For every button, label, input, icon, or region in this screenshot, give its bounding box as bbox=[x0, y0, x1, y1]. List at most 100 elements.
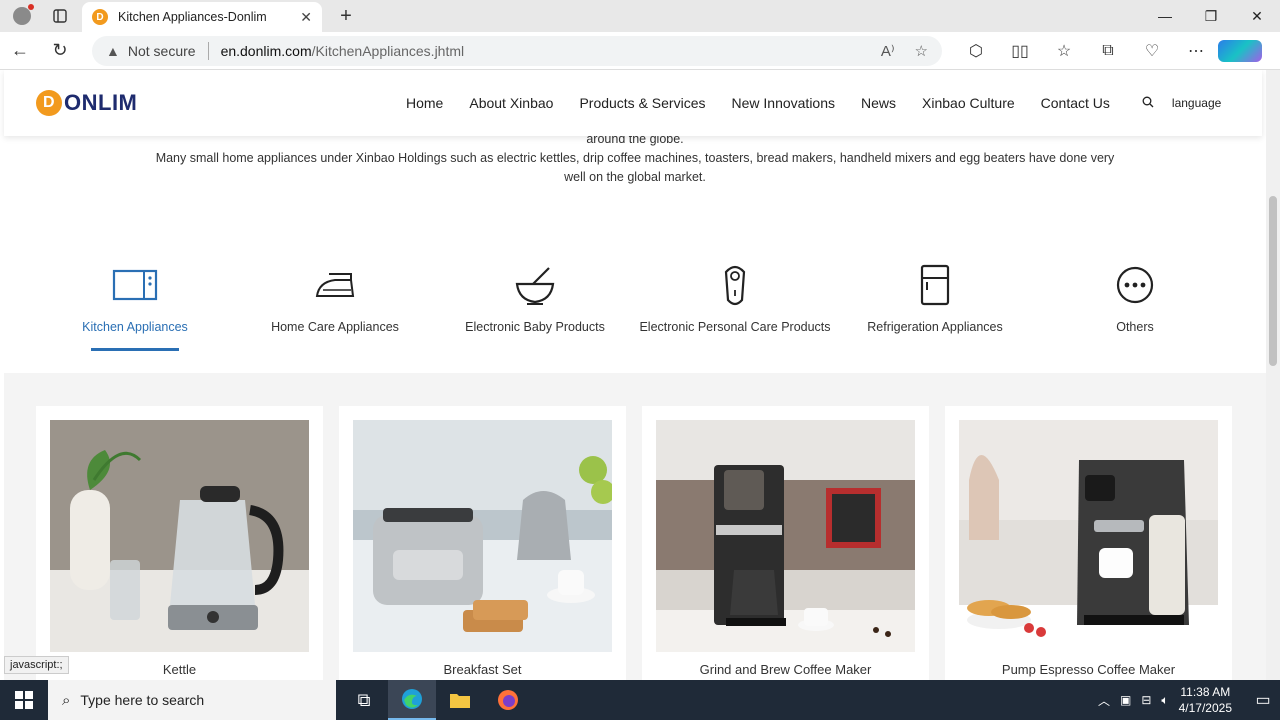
product-card[interactable]: Grind and Brew Coffee Maker bbox=[642, 406, 929, 680]
search-icon: ⌕ bbox=[62, 691, 71, 709]
notification-icon[interactable]: ▭ bbox=[1246, 690, 1280, 710]
address-bar[interactable]: ▲ Not secure en.donlim.com/KitchenApplia… bbox=[92, 35, 942, 66]
tab-close-icon[interactable]: ✕ bbox=[300, 9, 312, 26]
espresso-maker-product-image[interactable] bbox=[959, 420, 1218, 652]
more-icon bbox=[1035, 260, 1235, 310]
collections-icon[interactable]: ⧉ bbox=[1086, 40, 1130, 62]
edge-browser-icon[interactable] bbox=[388, 680, 436, 720]
tab-actions-button[interactable] bbox=[44, 0, 76, 32]
split-screen-icon[interactable]: ▯▯ bbox=[998, 40, 1042, 62]
extensions-icon[interactable]: ⬡ bbox=[954, 40, 998, 62]
breakfast-set-product-image[interactable] bbox=[353, 420, 612, 652]
product-card[interactable]: Breakfast Set bbox=[339, 406, 626, 680]
tab-electronic-baby-products[interactable]: Electronic Baby Products bbox=[435, 260, 635, 351]
start-button[interactable] bbox=[0, 680, 48, 720]
address-toolbar: ← ↻ ▲ Not secure en.donlim.com/KitchenAp… bbox=[0, 32, 1280, 70]
search-icon[interactable] bbox=[1142, 96, 1154, 111]
site-favicon-icon: D bbox=[92, 9, 108, 25]
favorite-star-icon[interactable]: ☆ bbox=[915, 42, 928, 60]
fridge-icon bbox=[835, 260, 1035, 310]
category-tabs: Kitchen Appliances Home Care Appliances … bbox=[35, 260, 1235, 351]
browser-essentials-icon[interactable]: ♡ bbox=[1130, 40, 1174, 62]
read-aloud-icon[interactable]: A⁾ bbox=[881, 42, 895, 60]
copilot-icon bbox=[1218, 39, 1262, 62]
nav-about[interactable]: About Xinbao bbox=[469, 95, 553, 111]
task-view-icon[interactable]: ⧉ bbox=[340, 680, 388, 720]
profile-button[interactable] bbox=[0, 0, 44, 32]
clock-time: 11:38 AM bbox=[1180, 685, 1231, 699]
donlim-logo[interactable]: D ONLIM bbox=[36, 90, 137, 116]
url-host: en.donlim.com bbox=[220, 42, 312, 59]
taskbar-search-placeholder: Type here to search bbox=[80, 692, 205, 708]
scrollbar-thumb[interactable] bbox=[1269, 196, 1277, 366]
taskbar-search-box[interactable]: ⌕ Type here to search bbox=[48, 680, 336, 720]
page-scrollbar[interactable] bbox=[1266, 70, 1280, 680]
product-name[interactable]: Grind and Brew Coffee Maker bbox=[656, 662, 915, 677]
browser-tab-strip: D Kitchen Appliances-Donlim ✕ + — ❐ ✕ bbox=[0, 0, 1280, 32]
browser-tab-active[interactable]: D Kitchen Appliances-Donlim ✕ bbox=[82, 2, 322, 32]
category-label: Kitchen Appliances bbox=[82, 320, 188, 334]
iron-icon bbox=[235, 260, 435, 310]
not-secure-label[interactable]: Not secure bbox=[128, 43, 196, 59]
warning-icon: ▲ bbox=[106, 42, 120, 59]
tab-others[interactable]: Others bbox=[1035, 260, 1235, 351]
tab-kitchen-appliances[interactable]: Kitchen Appliances bbox=[35, 260, 235, 351]
network-icon[interactable]: ⊟ bbox=[1141, 693, 1151, 707]
language-selector[interactable]: language bbox=[1172, 96, 1221, 110]
category-label: Refrigeration Appliances bbox=[867, 320, 1003, 334]
url-divider bbox=[207, 41, 209, 60]
logo-text: ONLIM bbox=[64, 90, 138, 115]
tab-title: Kitchen Appliances-Donlim bbox=[118, 10, 267, 24]
product-card[interactable]: Kettle bbox=[36, 406, 323, 680]
system-tray: ︿ ▣ ⊟ 🔈︎ 11:38 AM 4/17/2025 ▭ bbox=[1098, 684, 1280, 716]
windows-taskbar: ⌕ Type here to search ⧉ ︿ ▣ ⊟ 🔈︎ 11:38 A… bbox=[0, 680, 1280, 720]
close-window-button[interactable]: ✕ bbox=[1234, 0, 1280, 32]
nav-contact[interactable]: Contact Us bbox=[1041, 95, 1110, 111]
favorites-icon[interactable]: ☆ bbox=[1042, 40, 1086, 62]
back-button[interactable]: ← bbox=[0, 32, 40, 70]
nav-culture[interactable]: Xinbao Culture bbox=[922, 95, 1015, 111]
tab-refrigeration-appliances[interactable]: Refrigeration Appliances bbox=[835, 260, 1035, 351]
category-label: Electronic Baby Products bbox=[465, 320, 605, 334]
tab-electronic-personal-care[interactable]: Electronic Personal Care Products bbox=[635, 260, 835, 351]
category-label: Home Care Appliances bbox=[271, 320, 399, 334]
nav-home[interactable]: Home bbox=[406, 95, 443, 111]
active-tab-underline bbox=[91, 348, 179, 351]
tab-actions-icon bbox=[53, 9, 67, 23]
product-card[interactable]: Pump Espresso Coffee Maker bbox=[945, 406, 1232, 680]
volume-icon[interactable]: 🔈︎ bbox=[1161, 693, 1168, 708]
category-label: Electronic Personal Care Products bbox=[639, 320, 831, 334]
url-path: /KitchenAppliances.jhtml bbox=[311, 42, 465, 59]
product-grid: Kettle Breakfast Set Grind and Brew Coff… bbox=[36, 406, 1232, 680]
intro-line-2: Many small home appliances under Xinbao … bbox=[155, 151, 1115, 184]
nav-new-innovations[interactable]: New Innovations bbox=[732, 95, 836, 111]
new-tab-button[interactable]: + bbox=[332, 5, 360, 28]
tab-home-care-appliances[interactable]: Home Care Appliances bbox=[235, 260, 435, 351]
refresh-button[interactable]: ↻ bbox=[40, 32, 80, 70]
microwave-icon bbox=[35, 260, 235, 310]
product-name[interactable]: Pump Espresso Coffee Maker bbox=[959, 662, 1218, 677]
coffee-maker-product-image[interactable] bbox=[656, 420, 915, 652]
browser-status-url: javascript:; bbox=[4, 656, 69, 674]
profile-avatar-icon bbox=[13, 4, 34, 25]
windows-logo-icon bbox=[15, 691, 33, 709]
product-name[interactable]: Breakfast Set bbox=[353, 662, 612, 677]
show-hidden-icons-icon[interactable]: ︿ bbox=[1098, 692, 1110, 709]
main-navigation: Home About Xinbao Products & Services Ne… bbox=[406, 70, 1247, 136]
nav-products-services[interactable]: Products & Services bbox=[579, 95, 705, 111]
clock-date: 4/17/2025 bbox=[1178, 701, 1232, 715]
intro-text: around the globe. Many small home applia… bbox=[150, 130, 1120, 187]
copilot-button[interactable] bbox=[1218, 39, 1262, 62]
file-explorer-icon[interactable] bbox=[436, 680, 484, 720]
minimize-button[interactable]: — bbox=[1142, 0, 1188, 32]
settings-more-icon[interactable]: ⋯ bbox=[1174, 40, 1218, 62]
restore-button[interactable]: ❐ bbox=[1188, 0, 1234, 32]
nav-news[interactable]: News bbox=[861, 95, 896, 111]
device-icon[interactable]: ▣ bbox=[1120, 693, 1131, 707]
firefox-icon[interactable] bbox=[484, 680, 532, 720]
kettle-product-image[interactable] bbox=[50, 420, 309, 652]
web-page: D ONLIM Home About Xinbao Products & Serv… bbox=[0, 70, 1266, 680]
logo-mark: D bbox=[36, 90, 62, 116]
product-name[interactable]: Kettle bbox=[50, 662, 309, 677]
taskbar-clock[interactable]: 11:38 AM 4/17/2025 bbox=[1179, 684, 1232, 716]
